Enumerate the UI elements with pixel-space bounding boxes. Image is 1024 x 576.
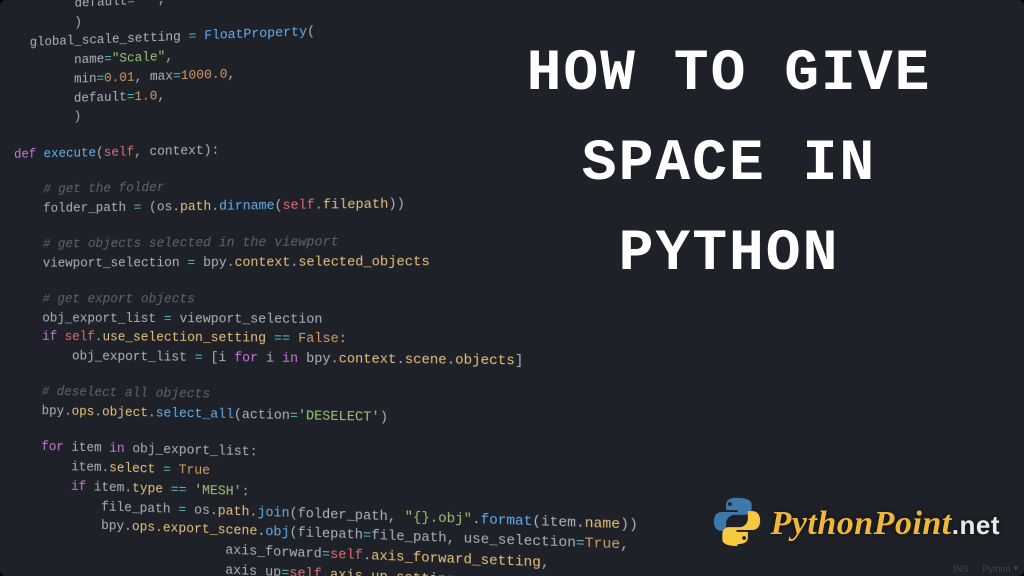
code-content: viewport_selection = bpy.context.selecte… bbox=[0, 252, 430, 273]
code-content: # get the folder bbox=[0, 178, 165, 200]
status-ins: INS bbox=[953, 563, 968, 574]
image-card: 177 ),178 default='*',179 )180 global_sc… bbox=[0, 0, 1024, 576]
title-line-3: PYTHON bbox=[474, 210, 984, 300]
code-content: # get objects selected in the viewport bbox=[0, 232, 339, 254]
code-content: obj_export_list = viewport_selection bbox=[0, 309, 322, 330]
editor-status-bar: INS Python ▾ bbox=[953, 563, 1018, 574]
title-line-2: SPACE IN bbox=[474, 120, 984, 210]
logo-text: PythonPoint.net bbox=[771, 505, 1000, 543]
logo-tld: .net bbox=[952, 510, 1000, 540]
site-logo: PythonPoint.net bbox=[711, 495, 1000, 552]
title-line-1: HOW TO GIVE bbox=[474, 30, 984, 120]
status-lang: Python ▾ bbox=[982, 563, 1018, 574]
code-content: ) bbox=[0, 108, 81, 129]
python-logo-icon bbox=[711, 495, 763, 552]
title-overlay: HOW TO GIVE SPACE IN PYTHON bbox=[474, 30, 984, 300]
code-content: # get export objects bbox=[0, 290, 195, 310]
logo-brand: PythonPoint bbox=[771, 505, 952, 542]
